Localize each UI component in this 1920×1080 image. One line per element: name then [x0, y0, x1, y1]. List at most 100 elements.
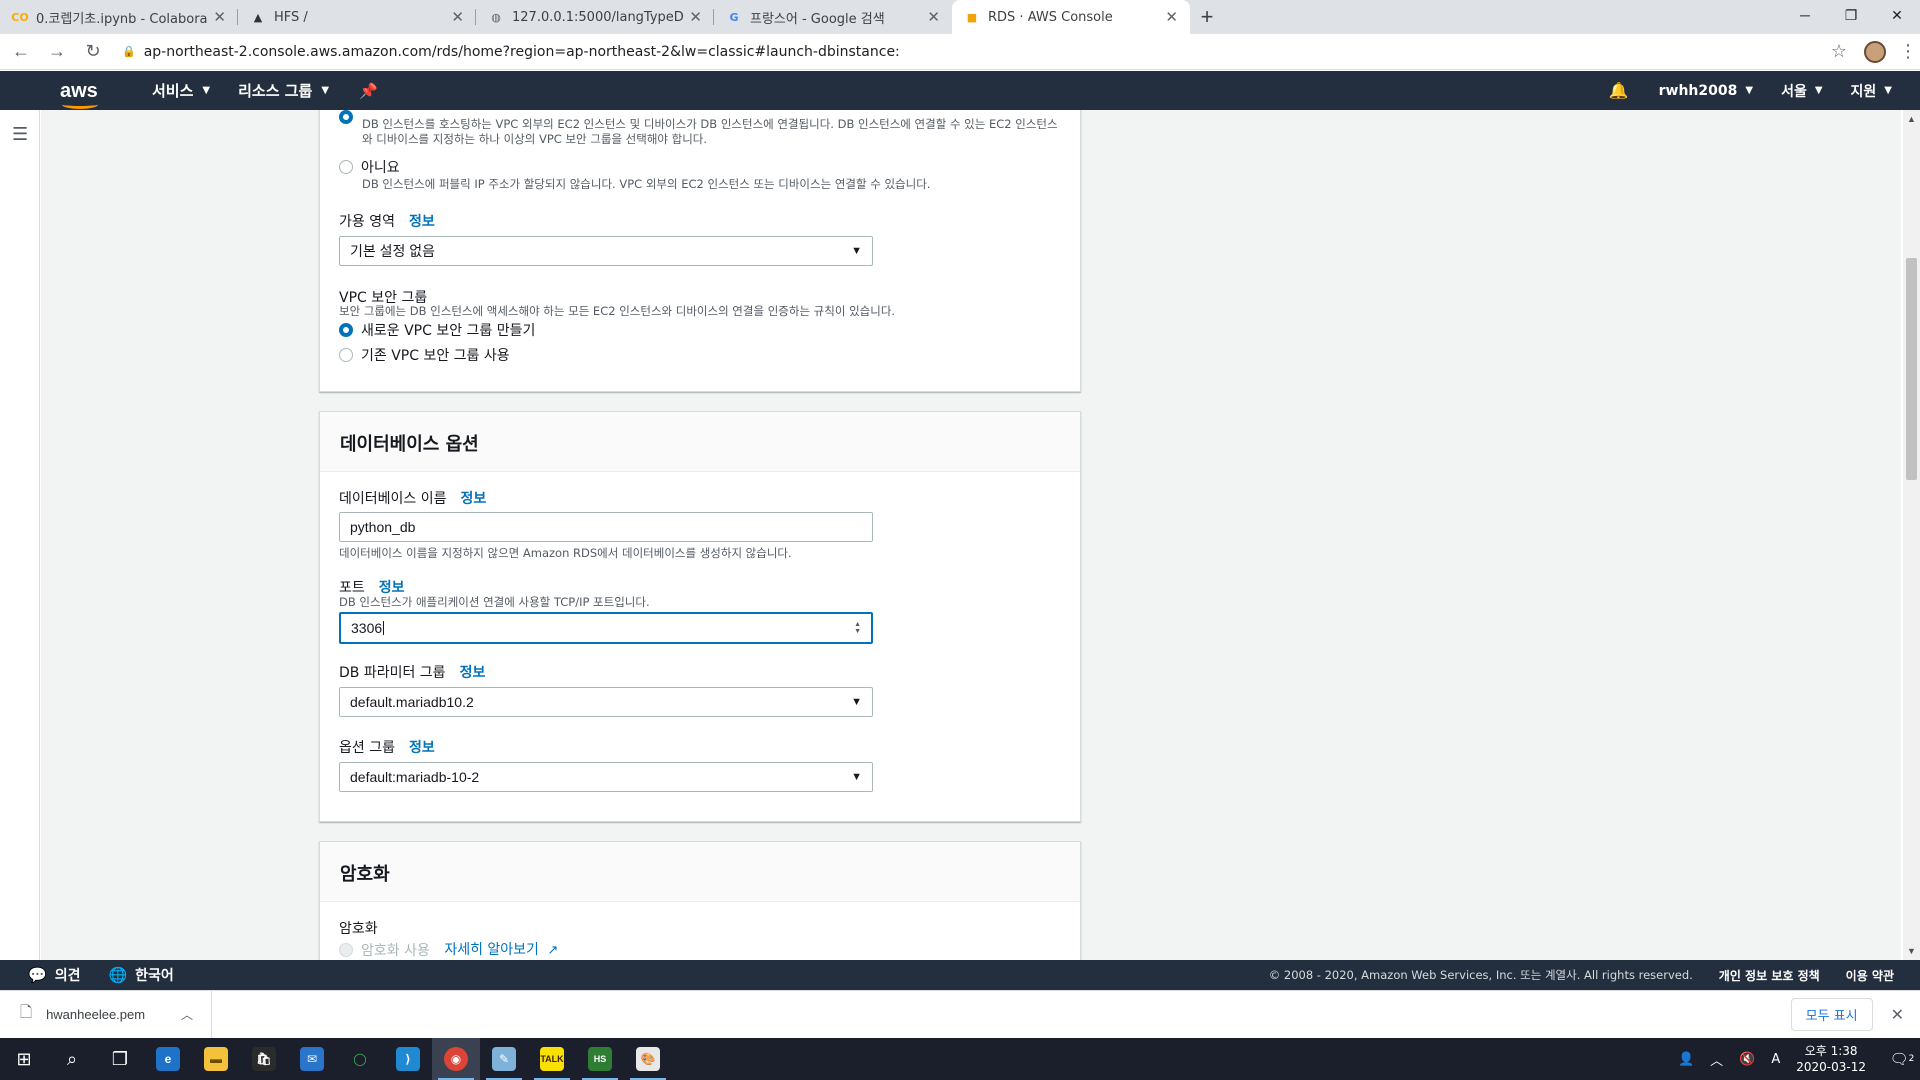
- close-icon[interactable]: ✕: [689, 8, 702, 26]
- vpc-sg-existing-option[interactable]: 기존 VPC 보안 그룹 사용: [339, 345, 510, 365]
- hfs-icon[interactable]: HS: [576, 1038, 624, 1080]
- terms-link[interactable]: 이용 약관: [1846, 967, 1894, 984]
- port-input[interactable]: 3306 ▲ ▼: [339, 612, 873, 644]
- privacy-link[interactable]: 개인 정보 보호 정책: [1719, 967, 1820, 984]
- pin-icon[interactable]: 📌: [359, 82, 378, 100]
- vpc-sg-new-option[interactable]: 새로운 VPC 보안 그룹 만들기: [339, 320, 535, 340]
- option-group-info-link[interactable]: 정보: [409, 740, 435, 756]
- external-link-icon[interactable]: ↗: [547, 942, 558, 957]
- lock-icon[interactable]: 🔒: [122, 45, 136, 58]
- az-value: 기본 설정 없음: [350, 243, 436, 259]
- resource-groups-menu[interactable]: 리소스 그룹 ▼: [238, 80, 329, 101]
- port-spinner[interactable]: ▲ ▼: [854, 621, 861, 635]
- window-controls: ─ ❐ ✕: [1782, 0, 1920, 30]
- db-name-input[interactable]: python_db: [339, 512, 873, 542]
- az-info-link[interactable]: 정보: [409, 214, 435, 230]
- close-window-button[interactable]: ✕: [1874, 0, 1920, 30]
- close-icon[interactable]: ✕: [213, 8, 226, 26]
- hamburger-menu-icon[interactable]: ☰: [12, 124, 28, 145]
- forward-button[interactable]: →: [42, 37, 72, 67]
- task-view-icon[interactable]: ❐: [96, 1038, 144, 1080]
- param-group-select[interactable]: default.mariadb10.2 ▼: [339, 687, 873, 717]
- profile-avatar[interactable]: [1864, 40, 1886, 63]
- chevron-up-icon[interactable]: ︿: [1710, 1050, 1723, 1069]
- show-all-button[interactable]: 모두 표시: [1790, 998, 1873, 1031]
- public-access-no-option[interactable]: 아니요: [339, 157, 400, 177]
- close-icon[interactable]: ✕: [1165, 8, 1178, 26]
- file-explorer-icon[interactable]: ▬: [192, 1038, 240, 1080]
- vpc-sg-existing-radio[interactable]: [339, 348, 353, 362]
- minimize-button[interactable]: ─: [1782, 0, 1828, 30]
- volume-muted-icon[interactable]: 🔇: [1739, 1052, 1755, 1067]
- url-text: ap-northeast-2.console.aws.amazon.com/rd…: [143, 43, 900, 60]
- close-icon[interactable]: ✕: [451, 8, 464, 26]
- scroll-up-icon[interactable]: ▲: [1907, 114, 1916, 124]
- db-name-info-link[interactable]: 정보: [461, 491, 487, 507]
- vpc-sg-new-radio[interactable]: [339, 323, 353, 337]
- back-button[interactable]: ←: [6, 37, 36, 67]
- page-scrollbar[interactable]: ▲ ▼: [1903, 110, 1920, 960]
- clock[interactable]: 오후 1:38 2020-03-12: [1796, 1043, 1866, 1075]
- port-info-link[interactable]: 정보: [379, 580, 405, 596]
- availability-zone-select[interactable]: 기본 설정 없음 ▼: [339, 236, 873, 266]
- start-button[interactable]: ⊞: [0, 1038, 48, 1080]
- ime-indicator[interactable]: A: [1771, 1052, 1780, 1067]
- new-tab-button[interactable]: +: [1190, 0, 1224, 34]
- support-menu[interactable]: 지원 ▼: [1851, 81, 1892, 101]
- aws-top-nav: aws 서비스 ▼ 리소스 그룹 ▼ 📌 🔔 rwhh2008 ▼ 서울 ▼ 지원 ▼: [0, 71, 1920, 110]
- bookmark-star-icon[interactable]: ☆: [1824, 41, 1854, 62]
- tab-rds[interactable]: ■ RDS · AWS Console ✕: [952, 0, 1190, 34]
- language-label: 한국어: [135, 968, 174, 984]
- text-cursor: [383, 621, 385, 635]
- download-item[interactable]: 🗋 hwanheelee.pem ︿: [0, 990, 212, 1039]
- notepad-icon[interactable]: ✎: [480, 1038, 528, 1080]
- edge-icon[interactable]: e: [144, 1038, 192, 1080]
- learn-more-link[interactable]: 자세히 알아보기: [444, 942, 539, 958]
- paint-icon[interactable]: 🎨: [624, 1038, 672, 1080]
- scroll-down-icon[interactable]: ▼: [1907, 946, 1916, 956]
- reload-button[interactable]: ↻: [78, 37, 108, 67]
- tab-google[interactable]: G 프랑스어 - Google 검색 ✕: [714, 0, 952, 34]
- sync-app-icon[interactable]: ◯: [336, 1038, 384, 1080]
- option-group-select[interactable]: default:mariadb-10-2 ▼: [339, 762, 873, 792]
- encryption-option: 암호화 사용 자세히 알아보기 ↗: [339, 939, 558, 960]
- public-access-no-radio[interactable]: [339, 160, 353, 174]
- encryption-radio[interactable]: [339, 942, 353, 957]
- dropdown-arrow-icon: ▼: [851, 696, 862, 708]
- tab-title: RDS · AWS Console: [988, 9, 1113, 25]
- store-icon[interactable]: 🛍: [240, 1038, 288, 1080]
- bell-icon[interactable]: 🔔: [1609, 81, 1629, 100]
- region-menu[interactable]: 서울 ▼: [1781, 81, 1822, 101]
- scroll-thumb[interactable]: [1906, 258, 1917, 480]
- db-name-value: python_db: [350, 519, 416, 535]
- restore-button[interactable]: ❐: [1828, 0, 1874, 30]
- spin-up-icon[interactable]: ▲: [854, 621, 861, 628]
- vscode-icon[interactable]: ⟩: [384, 1038, 432, 1080]
- chrome-icon[interactable]: ◉: [432, 1038, 480, 1080]
- globe-icon: ◍: [491, 10, 501, 24]
- kakaotalk-icon[interactable]: TALK: [528, 1038, 576, 1080]
- services-menu[interactable]: 서비스 ▼: [152, 80, 210, 101]
- search-icon[interactable]: ⌕: [48, 1038, 96, 1080]
- param-group-info-link[interactable]: 정보: [460, 665, 486, 681]
- chevron-up-icon[interactable]: ︿: [181, 1006, 193, 1023]
- tab-title: HFS /: [274, 9, 308, 25]
- notification-count: 2: [1908, 1054, 1915, 1064]
- tab-localhost[interactable]: ◍ 127.0.0.1:5000/langTypeDetect ✕: [476, 0, 714, 34]
- tab-colab[interactable]: CO 0.코렙기초.ipynb - Colaboratory ✕: [0, 0, 238, 34]
- feedback-link[interactable]: 💬 의견: [28, 965, 80, 985]
- close-icon[interactable]: ✕: [1891, 1005, 1904, 1025]
- spin-down-icon[interactable]: ▼: [854, 628, 861, 635]
- tab-hfs[interactable]: ▲ HFS / ✕: [238, 0, 476, 34]
- public-access-yes-radio[interactable]: [339, 110, 353, 124]
- menu-kebab-icon[interactable]: ⋮: [1896, 41, 1920, 62]
- account-menu[interactable]: rwhh2008 ▼: [1659, 83, 1753, 99]
- vpc-existing-label: 기존 VPC 보안 그룹 사용: [361, 348, 510, 364]
- action-center-icon[interactable]: 🗨 2: [1884, 1038, 1920, 1080]
- language-selector[interactable]: 🌐 한국어: [108, 965, 173, 985]
- mail-icon[interactable]: ✉: [288, 1038, 336, 1080]
- close-icon[interactable]: ✕: [927, 8, 940, 26]
- people-icon[interactable]: 👤: [1678, 1052, 1694, 1067]
- aws-logo[interactable]: aws: [60, 81, 104, 109]
- url-field[interactable]: 🔒 ap-northeast-2.console.aws.amazon.com/…: [122, 38, 1824, 66]
